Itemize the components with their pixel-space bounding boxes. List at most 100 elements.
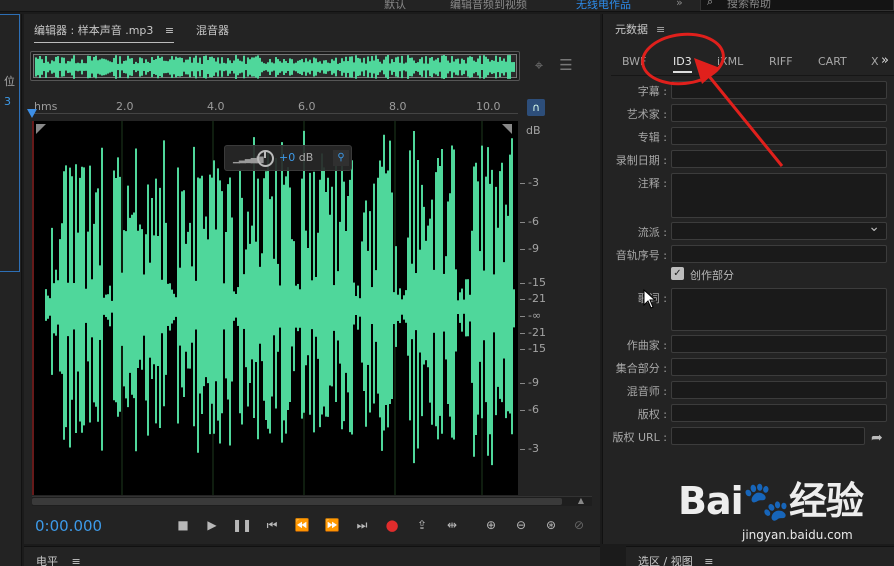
snap-icon[interactable]: ∩ — [527, 99, 545, 116]
db-label: -15 — [528, 276, 546, 289]
zoom-in-time-icon[interactable]: ⊛ — [540, 514, 562, 536]
go-to-start-icon[interactable]: ⏮ — [261, 514, 283, 536]
workspace-tab-default[interactable]: 默认 — [384, 0, 406, 12]
label-copyright: 版权 : — [637, 408, 667, 421]
db-unit: dB — [526, 124, 541, 137]
scrollbar-thumb[interactable] — [32, 498, 562, 505]
workspace-tab-audio-to-video[interactable]: 编辑音频到视频 — [450, 0, 527, 12]
db-label: -3 — [528, 442, 539, 455]
tab-editor-label: 编辑器 : 样本声音 .mp3 — [34, 24, 154, 37]
pin-icon[interactable]: ⚲ — [333, 150, 349, 166]
skip-selection-icon[interactable]: ⇹ — [441, 514, 463, 536]
files-panel: 位 3 — [0, 14, 22, 566]
overview-selection[interactable] — [33, 54, 517, 79]
db-label: -3 — [528, 176, 539, 189]
playhead-handle[interactable] — [27, 109, 37, 118]
panel-menu-icon[interactable]: ≡ — [72, 555, 81, 566]
gain-value: +0 dB — [279, 151, 314, 164]
workspace-tab-radio[interactable]: 无线电作品 — [576, 0, 631, 12]
overview-waveform — [35, 55, 515, 79]
horizontal-scrollbar[interactable]: ▲ — [32, 496, 592, 506]
time-ruler[interactable]: hms 2.0 4.0 6.0 8.0 10.0 — [32, 96, 518, 114]
ruler-unit: hms — [34, 100, 58, 113]
tab-menu-icon[interactable]: ≡ — [165, 24, 174, 37]
waveform-display[interactable] — [32, 121, 518, 495]
stop-icon[interactable]: ■ — [172, 514, 194, 536]
column-header: 位 — [4, 75, 15, 88]
ruler-tick: 10.0 — [476, 100, 501, 113]
composer-field[interactable] — [671, 335, 887, 353]
label-comment: 注释 : — [637, 177, 667, 190]
app-window: 默认 编辑音频到视频 无线电作品 » ⌕ 搜索帮助 位 3 编辑器 : 样本声音… — [0, 0, 894, 566]
label-artist: 艺术家 : — [626, 108, 667, 121]
waveform — [32, 121, 515, 495]
gain-hud: ▁▂▃▄▅ +0 dB ⚲ — [224, 145, 352, 171]
list-view-icon[interactable]: ☰ — [557, 56, 575, 74]
gain-knob[interactable] — [257, 150, 274, 167]
files-list[interactable]: 位 3 — [0, 14, 20, 272]
workspace-bar: 默认 编辑音频到视频 无线电作品 » ⌕ 搜索帮助 — [0, 0, 894, 12]
compilation-label: 创作部分 — [690, 269, 734, 282]
ruler-tick: 6.0 — [298, 100, 316, 113]
fast-forward-icon[interactable]: ⏩ — [321, 514, 343, 536]
more-tabs-icon[interactable]: » — [881, 53, 889, 68]
zoom-navigator-icon[interactable]: ⌖ — [530, 56, 548, 74]
mixer-field[interactable] — [671, 381, 887, 399]
label-lyrics: 歌词 : — [638, 292, 667, 305]
zoom-in-amplitude-icon[interactable]: ⊕ — [480, 514, 502, 536]
comment-field[interactable] — [671, 173, 887, 218]
pause-icon[interactable]: ❚❚ — [231, 514, 253, 536]
watermark-url: jingyan.baidu.com — [742, 528, 853, 542]
part-of-set-field[interactable] — [671, 358, 887, 376]
db-label: -9 — [528, 376, 539, 389]
tab-cart[interactable]: CART — [818, 55, 847, 68]
watermark-logo: Bai🐾经验 — [678, 479, 864, 523]
editor-panel: 编辑器 : 样本声音 .mp3 ≡ 混音器 ⌖ ☰ hms 2.0 4.0 6.… — [24, 14, 600, 544]
label-album: 专辑 : — [637, 131, 667, 144]
db-label: -21 — [528, 326, 546, 339]
help-search-input[interactable]: ⌕ 搜索帮助 — [700, 0, 894, 11]
label-subtitle: 字幕 : — [637, 85, 667, 98]
track-number-field[interactable] — [671, 245, 887, 263]
label-copyright-url: 版权 URL : — [612, 431, 667, 444]
go-to-end-icon[interactable]: ⏭ — [351, 514, 373, 536]
levels-panel: 电平 ≡ — [24, 546, 600, 566]
label-mixer: 混音师 : — [626, 385, 667, 398]
ruler-tick: 4.0 — [207, 100, 225, 113]
annotation-arrow — [694, 58, 784, 167]
db-label: -∞ — [528, 309, 542, 322]
tab-editor[interactable]: 编辑器 : 样本声音 .mp3 ≡ — [34, 22, 175, 43]
db-label: -15 — [528, 342, 546, 355]
workspace-more-icon[interactable]: » — [676, 0, 683, 9]
zoom-out-amplitude-icon[interactable]: ⊖ — [510, 514, 532, 536]
label-record-date: 录制日期 : — [615, 154, 667, 167]
search-placeholder: 搜索帮助 — [727, 0, 771, 10]
baidu-watermark: Bai🐾经验 jingyan.baidu.com — [678, 470, 894, 566]
label-composer: 作曲家 : — [626, 339, 667, 352]
open-url-icon[interactable]: ➦ — [871, 430, 883, 446]
search-icon: ⌕ — [707, 0, 714, 8]
lyrics-field[interactable] — [671, 288, 887, 331]
scroll-up-icon[interactable]: ▲ — [578, 496, 584, 505]
play-icon[interactable]: ▶ — [201, 514, 223, 536]
panel-menu-icon[interactable]: ≡ — [656, 23, 665, 36]
label-track-number: 音轨序号 : — [615, 249, 667, 262]
zoom-full-icon[interactable]: ⊘ — [568, 514, 590, 536]
compilation-checkbox[interactable]: ✓ — [671, 267, 684, 280]
mouse-cursor-icon — [643, 289, 657, 309]
genre-dropdown[interactable] — [671, 219, 887, 240]
db-scale: dB -3 -6 -9 -15 -21 -∞ -21 -15 -9 -6 -3 — [520, 121, 572, 495]
record-icon[interactable]: ● — [381, 514, 403, 536]
waveform-overview[interactable] — [30, 51, 520, 81]
list-value: 3 — [4, 95, 11, 108]
copyright-field[interactable] — [671, 404, 887, 422]
db-label: -6 — [528, 403, 539, 416]
panel-title: 元数据 — [615, 23, 648, 36]
ruler-tick: 8.0 — [389, 100, 407, 113]
metadata-title: 元数据 ≡ — [615, 21, 665, 37]
tab-mixer[interactable]: 混音器 — [196, 22, 229, 38]
loop-icon[interactable]: ⇪ — [411, 514, 433, 536]
tab-xmp[interactable]: X — [871, 55, 879, 68]
rewind-icon[interactable]: ⏪ — [291, 514, 313, 536]
copyright-url-field[interactable] — [671, 427, 865, 445]
